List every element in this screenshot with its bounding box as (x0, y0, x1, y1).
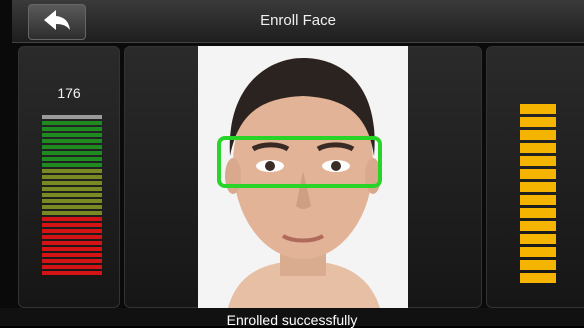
quality-meter-segment (42, 235, 102, 239)
quality-meter-segment (42, 217, 102, 221)
quality-meter (42, 115, 102, 277)
face-detection-frame (217, 136, 382, 188)
quality-meter-segment (42, 133, 102, 137)
progress-meter-segment (520, 143, 556, 153)
progress-meter-segment (520, 182, 556, 192)
progress-meter-segment (520, 208, 556, 218)
quality-meter-segment (42, 187, 102, 191)
enroll-face-screen: Enroll Face 176 Enrolled successfully (0, 0, 584, 328)
quality-meter-segment (42, 229, 102, 233)
quality-score: 176 (57, 85, 81, 101)
progress-meter-segment (520, 247, 556, 257)
progress-meter-segment (520, 117, 556, 127)
quality-meter-segment (42, 223, 102, 227)
quality-meter-segment (42, 259, 102, 263)
quality-meter-segment (42, 163, 102, 167)
status-bar: Enrolled successfully (0, 308, 584, 328)
quality-meter-segment (42, 181, 102, 185)
quality-meter-segment (42, 265, 102, 269)
quality-meter-segment (42, 121, 102, 125)
quality-meter-segment (42, 145, 102, 149)
quality-meter-segment (42, 211, 102, 215)
quality-meter-segment (42, 247, 102, 251)
quality-meter-segment (42, 253, 102, 257)
progress-meter-segment (520, 104, 556, 114)
progress-meter-segment (520, 234, 556, 244)
quality-meter-segment (42, 205, 102, 209)
progress-meter-segment (520, 221, 556, 231)
quality-meter-segment (42, 193, 102, 197)
quality-meter-segment (42, 151, 102, 155)
quality-meter-segment (42, 127, 102, 131)
quality-meter-segment (42, 139, 102, 143)
progress-meter-segment (520, 169, 556, 179)
progress-meter-segment (520, 260, 556, 270)
page-title: Enroll Face (260, 12, 336, 29)
quality-meter-segment (42, 169, 102, 173)
progress-meter-segment (520, 156, 556, 166)
title-bar: Enroll Face (12, 0, 584, 43)
progress-meter-segment (520, 130, 556, 140)
progress-meter-segment (520, 273, 556, 283)
quality-meter-segment (42, 241, 102, 245)
progress-meter (520, 104, 556, 286)
quality-meter-segment (42, 199, 102, 203)
quality-meter-segment (42, 115, 102, 119)
progress-meter-segment (520, 195, 556, 205)
quality-meter-segment (42, 271, 102, 275)
quality-meter-segment (42, 157, 102, 161)
quality-meter-segment (42, 175, 102, 179)
